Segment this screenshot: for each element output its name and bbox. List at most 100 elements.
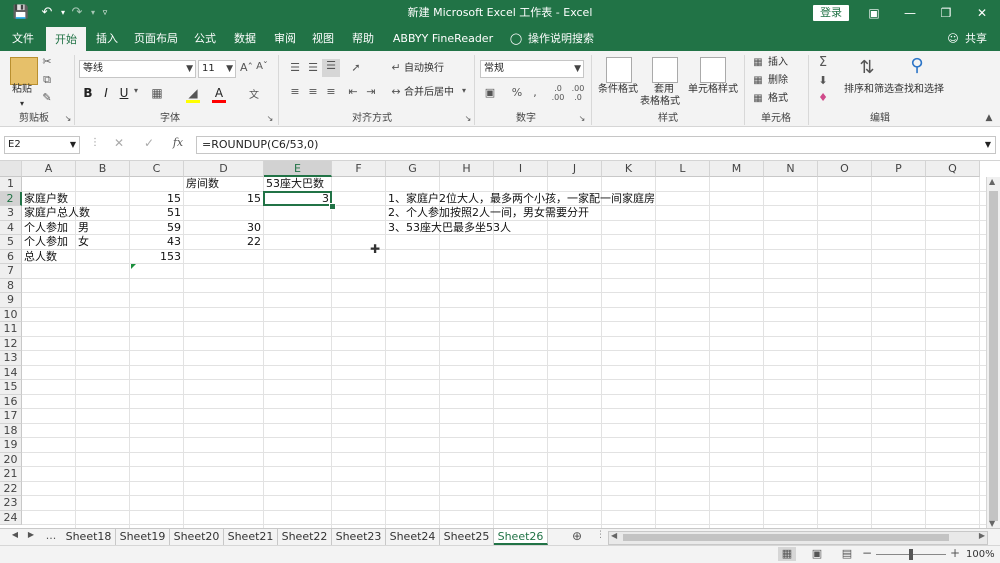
tab-split-icon[interactable]: ⋮ bbox=[596, 530, 605, 540]
cell-d2[interactable]: 15 bbox=[184, 192, 261, 206]
select-all-corner[interactable] bbox=[0, 161, 22, 177]
sheet-tab-sheet20[interactable]: Sheet20 bbox=[170, 529, 224, 545]
font-launcher-icon[interactable]: ↘ bbox=[266, 114, 274, 123]
add-sheet-icon[interactable]: ⊕ bbox=[570, 529, 584, 543]
save-icon[interactable]: 💾 bbox=[12, 4, 30, 22]
column-header-o[interactable]: O bbox=[818, 161, 872, 177]
tab-insert[interactable]: 插入 bbox=[88, 26, 126, 51]
tab-page-layout[interactable]: 页面布局 bbox=[130, 26, 182, 51]
cell-b5[interactable]: 女 bbox=[78, 235, 89, 249]
scroll-up-icon[interactable]: ▲ bbox=[989, 177, 995, 186]
column-header-k[interactable]: K bbox=[602, 161, 656, 177]
collapse-ribbon-icon[interactable]: ▲ bbox=[984, 113, 994, 123]
close-icon[interactable]: ✕ bbox=[964, 0, 1000, 26]
column-header-i[interactable]: I bbox=[494, 161, 548, 177]
underline-dropdown-icon[interactable]: ▾ bbox=[132, 86, 140, 95]
cell-g2[interactable]: 1、家庭户2位大人，最多两个小孩，一家配一间家庭房 bbox=[388, 192, 655, 206]
fill-icon[interactable]: ⬇ bbox=[816, 74, 830, 87]
row-header-16[interactable]: 16 bbox=[0, 394, 22, 409]
cell-a6[interactable]: 总人数 bbox=[24, 250, 57, 264]
wrap-text-button[interactable]: 自动换行 bbox=[404, 62, 444, 76]
cell-styles-icon[interactable] bbox=[700, 57, 726, 83]
vertical-scroll-thumb[interactable] bbox=[989, 191, 998, 521]
insert-cells-button[interactable]: 插入 bbox=[768, 56, 788, 70]
fill-handle[interactable] bbox=[329, 203, 336, 210]
row-header-20[interactable]: 20 bbox=[0, 452, 22, 467]
row-header-19[interactable]: 19 bbox=[0, 438, 22, 453]
format-table-label-2[interactable]: 表格格式 bbox=[640, 95, 680, 109]
cell-c3[interactable]: 51 bbox=[130, 206, 181, 220]
wrap-text-icon[interactable]: ↵ bbox=[390, 61, 402, 74]
name-box[interactable]: E2 ▼ bbox=[4, 136, 80, 154]
row-header-10[interactable]: 10 bbox=[0, 307, 22, 322]
paste-button[interactable]: 粘贴 bbox=[12, 83, 32, 97]
sheet-tab-sheet22[interactable]: Sheet22 bbox=[278, 529, 332, 545]
row-header-1[interactable]: 1 bbox=[0, 177, 22, 192]
copy-icon[interactable]: ⧉ bbox=[40, 73, 54, 87]
format-cells-button[interactable]: 格式 bbox=[768, 92, 788, 106]
orientation-icon[interactable]: ➚ bbox=[348, 61, 364, 74]
bold-icon[interactable]: B bbox=[82, 86, 94, 100]
italic-icon[interactable]: I bbox=[100, 86, 112, 100]
row-header-23[interactable]: 23 bbox=[0, 496, 22, 511]
customize-qat-icon[interactable]: ▿ bbox=[96, 4, 114, 22]
scroll-down-icon[interactable]: ▼ bbox=[989, 519, 995, 528]
tab-help[interactable]: 帮助 bbox=[344, 26, 382, 51]
paste-dropdown-icon[interactable]: ▾ bbox=[20, 97, 24, 111]
row-header-12[interactable]: 12 bbox=[0, 336, 22, 351]
column-header-h[interactable]: H bbox=[440, 161, 494, 177]
decrease-indent-icon[interactable]: ⇤ bbox=[346, 85, 360, 98]
row-header-2[interactable]: 2 bbox=[0, 191, 22, 206]
normal-view-icon[interactable]: ▦ bbox=[778, 547, 796, 561]
zoom-slider-thumb[interactable] bbox=[909, 549, 913, 560]
phonetic-icon[interactable]: 文 bbox=[246, 86, 262, 101]
paste-icon[interactable] bbox=[10, 57, 38, 85]
clear-icon[interactable]: ♦ bbox=[816, 91, 830, 104]
row-header-13[interactable]: 13 bbox=[0, 351, 22, 366]
row-header-5[interactable]: 5 bbox=[0, 235, 22, 250]
cell-c4[interactable]: 59 bbox=[130, 221, 181, 235]
tab-review[interactable]: 审阅 bbox=[266, 26, 304, 51]
sheet-tab-sheet23[interactable]: Sheet23 bbox=[332, 529, 386, 545]
sheet-tab-sheet24[interactable]: Sheet24 bbox=[386, 529, 440, 545]
column-header-a[interactable]: A bbox=[22, 161, 76, 177]
conditional-format-icon[interactable] bbox=[606, 57, 632, 83]
column-header-c[interactable]: C bbox=[130, 161, 184, 177]
tab-file[interactable]: 文件 bbox=[4, 26, 42, 51]
percent-icon[interactable]: % bbox=[510, 86, 524, 99]
scroll-right-icon[interactable]: ▶ bbox=[979, 531, 985, 540]
cell-g4[interactable]: 3、53座大巴最多坐53人 bbox=[388, 221, 511, 235]
find-select-icon[interactable]: ⚲ bbox=[904, 55, 930, 76]
row-header-6[interactable]: 6 bbox=[0, 249, 22, 264]
row-header-9[interactable]: 9 bbox=[0, 293, 22, 308]
cell-d1[interactable]: 房间数 bbox=[186, 177, 219, 191]
currency-icon[interactable]: ▣ bbox=[482, 86, 498, 99]
zoom-out-icon[interactable]: − bbox=[862, 546, 872, 560]
merge-dropdown-icon[interactable]: ▾ bbox=[460, 86, 468, 95]
column-header-q[interactable]: Q bbox=[926, 161, 980, 177]
column-header-j[interactable]: J bbox=[548, 161, 602, 177]
tab-abbyy[interactable]: ABBYY FineReader 12 bbox=[388, 26, 498, 70]
decrease-decimal-icon[interactable]: .00.0 bbox=[570, 84, 586, 102]
cell-b4[interactable]: 男 bbox=[78, 221, 89, 235]
sort-filter-button[interactable]: 排序和筛选 bbox=[844, 83, 894, 97]
horizontal-scrollbar[interactable]: ◀ ▶ bbox=[608, 531, 988, 545]
tab-formulas[interactable]: 公式 bbox=[186, 26, 224, 51]
scroll-tabs-right-icon[interactable]: ▶ bbox=[26, 530, 36, 539]
cell-d4[interactable]: 30 bbox=[184, 221, 261, 235]
align-bottom-icon[interactable]: ☰ bbox=[322, 59, 340, 77]
tell-me-search[interactable]: 操作说明搜索 bbox=[528, 26, 594, 51]
ribbon-display-icon[interactable]: ▣ bbox=[856, 0, 892, 26]
share-button[interactable]: 共享 bbox=[962, 26, 990, 51]
row-header-18[interactable]: 18 bbox=[0, 423, 22, 438]
column-header-d[interactable]: D bbox=[184, 161, 264, 177]
horizontal-scroll-thumb[interactable] bbox=[623, 534, 949, 541]
cell-c2[interactable]: 15 bbox=[130, 192, 181, 206]
cell-a4[interactable]: 个人参加 bbox=[24, 221, 68, 235]
increase-indent-icon[interactable]: ⇥ bbox=[364, 85, 378, 98]
clipboard-launcher-icon[interactable]: ↘ bbox=[64, 114, 72, 123]
cell-a3[interactable]: 家庭户总人数 bbox=[24, 206, 90, 220]
format-cells-icon[interactable]: ▦ bbox=[752, 93, 764, 104]
cell-styles-button[interactable]: 单元格样式 bbox=[688, 83, 738, 97]
fill-color-icon[interactable]: ◢ bbox=[186, 86, 200, 103]
